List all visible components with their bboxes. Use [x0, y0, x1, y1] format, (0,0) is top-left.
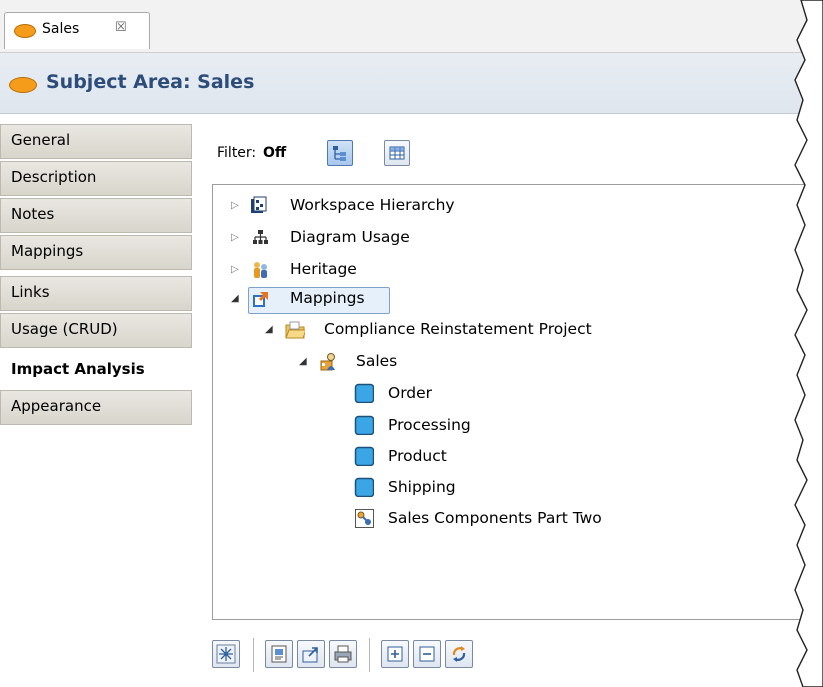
expand-arrow-icon[interactable]: ▷: [231, 232, 239, 243]
tree-node-label: Shipping: [388, 478, 456, 496]
tab-bar: Sales ☒: [0, 0, 823, 53]
torn-edge: [794, 0, 823, 687]
hierarchy-view-icon: [333, 146, 346, 161]
export-button[interactable]: [297, 640, 325, 668]
sidebar-item-notes[interactable]: Notes: [0, 198, 192, 233]
entity-icon: [354, 477, 374, 497]
freeze-icon: [216, 644, 236, 664]
hierarchy-view-button[interactable]: [327, 140, 353, 166]
tree-node-shipping[interactable]: Shipping: [213, 475, 713, 501]
editor-header: Subject Area: Sales: [0, 53, 823, 114]
collapse-all-button[interactable]: [413, 640, 441, 668]
tree-node-label: Sales: [356, 352, 398, 370]
sidebar-item-label: Notes: [11, 205, 55, 223]
print-icon: [334, 645, 352, 663]
sidebar-item-impact-analysis[interactable]: Impact Analysis: [0, 353, 192, 388]
table-view-icon: [389, 146, 405, 160]
tree-node-diagram-usage[interactable]: ▷ Diagram Usage: [213, 225, 713, 251]
tree-node-label: Order: [388, 384, 433, 402]
tree-node-sales[interactable]: ◢ Sales: [213, 349, 713, 375]
toolbar-separator: [253, 638, 254, 672]
sidebar-item-description[interactable]: Description: [0, 161, 192, 196]
collapse-arrow-icon[interactable]: ◢: [231, 293, 239, 304]
freeze-button[interactable]: [212, 640, 240, 668]
sidebar-item-links[interactable]: Links: [0, 276, 192, 311]
export-icon: [302, 647, 318, 663]
report-icon: [271, 645, 287, 663]
sidebar-item-label: Mappings: [11, 242, 84, 260]
sidebar-item-usage-crud[interactable]: Usage (CRUD): [0, 313, 192, 348]
heritage-icon: [254, 262, 267, 278]
folder-icon: [285, 321, 305, 339]
collapse-arrow-icon[interactable]: ◢: [265, 324, 273, 335]
tree-node-workspace[interactable]: ▷ Workspace Hierarchy: [213, 193, 713, 219]
tree-node-components[interactable]: Sales Components Part Two: [213, 506, 733, 532]
tree-node-mappings[interactable]: ◢ Mappings: [213, 286, 713, 314]
tree-node-label: Mappings: [290, 289, 365, 307]
expand-arrow-icon[interactable]: ▷: [231, 200, 239, 211]
entity-icon: [354, 446, 374, 466]
filter-label: Filter:: [217, 145, 257, 161]
mappings-icon: [253, 292, 268, 307]
expand-arrow-icon[interactable]: ▷: [231, 264, 239, 275]
entity-icon: [354, 383, 374, 403]
impact-tree: ▷ Workspace Hierarchy ▷ Diagram Usage ▷ …: [212, 184, 823, 620]
tree-node-project[interactable]: ◢ Compliance Reinstatement Project: [213, 317, 773, 343]
tree-node-product[interactable]: Product: [213, 444, 713, 470]
expand-all-icon: [387, 646, 403, 662]
table-view-button[interactable]: [384, 140, 410, 166]
tree-node-order[interactable]: Order: [213, 381, 713, 407]
sidebar-item-label: Links: [11, 283, 50, 301]
tree-node-label: Sales Components Part Two: [388, 509, 602, 527]
tab-sales[interactable]: Sales ☒: [4, 12, 150, 49]
tree-node-label: Processing: [388, 416, 471, 434]
subject-area-icon: [9, 77, 37, 93]
close-icon[interactable]: ☒: [115, 20, 127, 35]
report-button[interactable]: [265, 640, 293, 668]
refresh-icon: [452, 646, 466, 662]
refresh-button[interactable]: [445, 640, 473, 668]
sidebar-item-label: Impact Analysis: [11, 360, 145, 378]
sidebar-item-mappings[interactable]: Mappings: [0, 235, 192, 270]
tree-node-processing[interactable]: Processing: [213, 413, 713, 439]
sidebar-item-label: Description: [11, 168, 97, 186]
tree-node-label: Heritage: [290, 260, 357, 278]
model-icon: [320, 353, 335, 371]
sidebar-item-general[interactable]: General: [0, 124, 192, 159]
sidebar-item-appearance[interactable]: Appearance: [0, 390, 192, 425]
tree-node-label: Compliance Reinstatement Project: [324, 320, 592, 338]
sidebar-item-label: Usage (CRUD): [11, 320, 118, 338]
tab-label: Sales: [42, 21, 80, 37]
tree-node-heritage[interactable]: ▷ Heritage: [213, 257, 713, 283]
entity-icon: [354, 415, 374, 435]
workspace-icon: [251, 196, 267, 213]
sidebar-item-label: General: [11, 131, 71, 149]
expand-all-button[interactable]: [381, 640, 409, 668]
collapse-arrow-icon[interactable]: ◢: [299, 356, 307, 367]
sidebar-item-label: Appearance: [11, 397, 102, 415]
tree-node-label: Workspace Hierarchy: [290, 196, 455, 214]
tree-node-label: Diagram Usage: [290, 228, 410, 246]
filter-value: Off: [263, 145, 287, 161]
collapse-all-icon: [419, 646, 435, 662]
bottom-toolbar: [208, 638, 608, 680]
toolbar-separator: [369, 638, 370, 672]
diagram-icon: [253, 230, 268, 244]
print-button[interactable]: [329, 640, 357, 668]
tree-node-label: Product: [388, 447, 447, 465]
page-title: Subject Area: Sales: [46, 71, 255, 93]
editor-window: Sales ☒ Subject Area: Sales General Desc…: [0, 0, 823, 687]
tab-icon: [14, 24, 36, 38]
component-icon: [355, 509, 374, 528]
